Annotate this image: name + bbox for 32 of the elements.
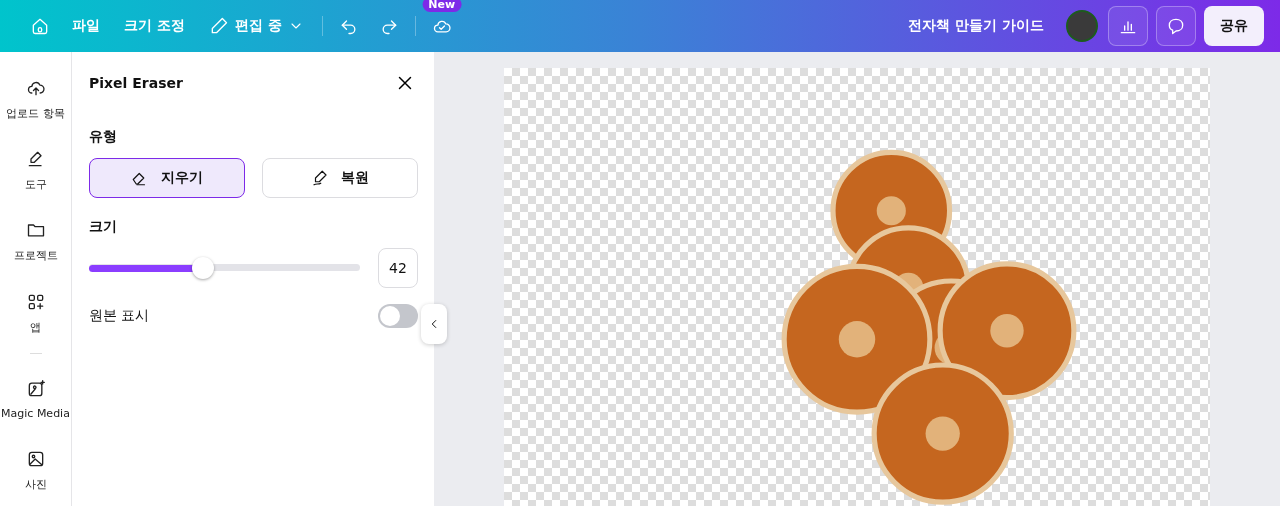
insights-button[interactable] bbox=[1108, 6, 1148, 46]
sidebar-label: 사진 bbox=[24, 476, 47, 492]
sidebar-label: 업로드 항목 bbox=[6, 106, 65, 122]
sidebar-label: 도구 bbox=[24, 177, 47, 193]
panel-title: Pixel Eraser bbox=[89, 75, 183, 91]
size-input[interactable]: 42 bbox=[378, 248, 418, 288]
mode-button[interactable]: 복원 bbox=[262, 158, 418, 198]
size-slider[interactable] bbox=[89, 256, 360, 280]
type-label: 유형 bbox=[89, 128, 118, 146]
collapse-button[interactable] bbox=[421, 304, 447, 344]
sidebar-item[interactable]: 프로젝트 bbox=[0, 206, 72, 278]
document-title: 전자책 만들기 가이드 bbox=[908, 17, 1044, 35]
sidebar-item[interactable]: 업로드 항목 bbox=[0, 64, 72, 136]
comment-button[interactable] bbox=[1156, 6, 1196, 46]
size-label: 크기 bbox=[89, 218, 118, 236]
sidebar-item[interactable]: 앱 bbox=[0, 277, 72, 349]
sidebar-label: 앱 bbox=[30, 319, 41, 335]
sidebar-label: 프로젝트 bbox=[13, 248, 58, 264]
mode-button[interactable]: 지우기 bbox=[89, 158, 245, 198]
home-icon bbox=[30, 16, 50, 36]
sidebar-item[interactable]: Magic Media bbox=[0, 363, 72, 435]
sidebar-label: Magic Media bbox=[1, 406, 70, 420]
toggle-switch[interactable] bbox=[378, 304, 418, 328]
brush-icon bbox=[311, 169, 329, 187]
avatar[interactable] bbox=[1066, 10, 1098, 42]
sidebar-item[interactable]: 도구 bbox=[0, 135, 72, 207]
sidebar-item[interactable]: 사진 bbox=[0, 434, 72, 506]
toggle-label: 원본 표시 bbox=[89, 307, 150, 325]
new-badge: New bbox=[422, 0, 462, 12]
share-button[interactable]: 공유 bbox=[1204, 6, 1264, 46]
speech-bubble-icon bbox=[1166, 16, 1186, 36]
slider-thumb[interactable] bbox=[191, 257, 214, 279]
